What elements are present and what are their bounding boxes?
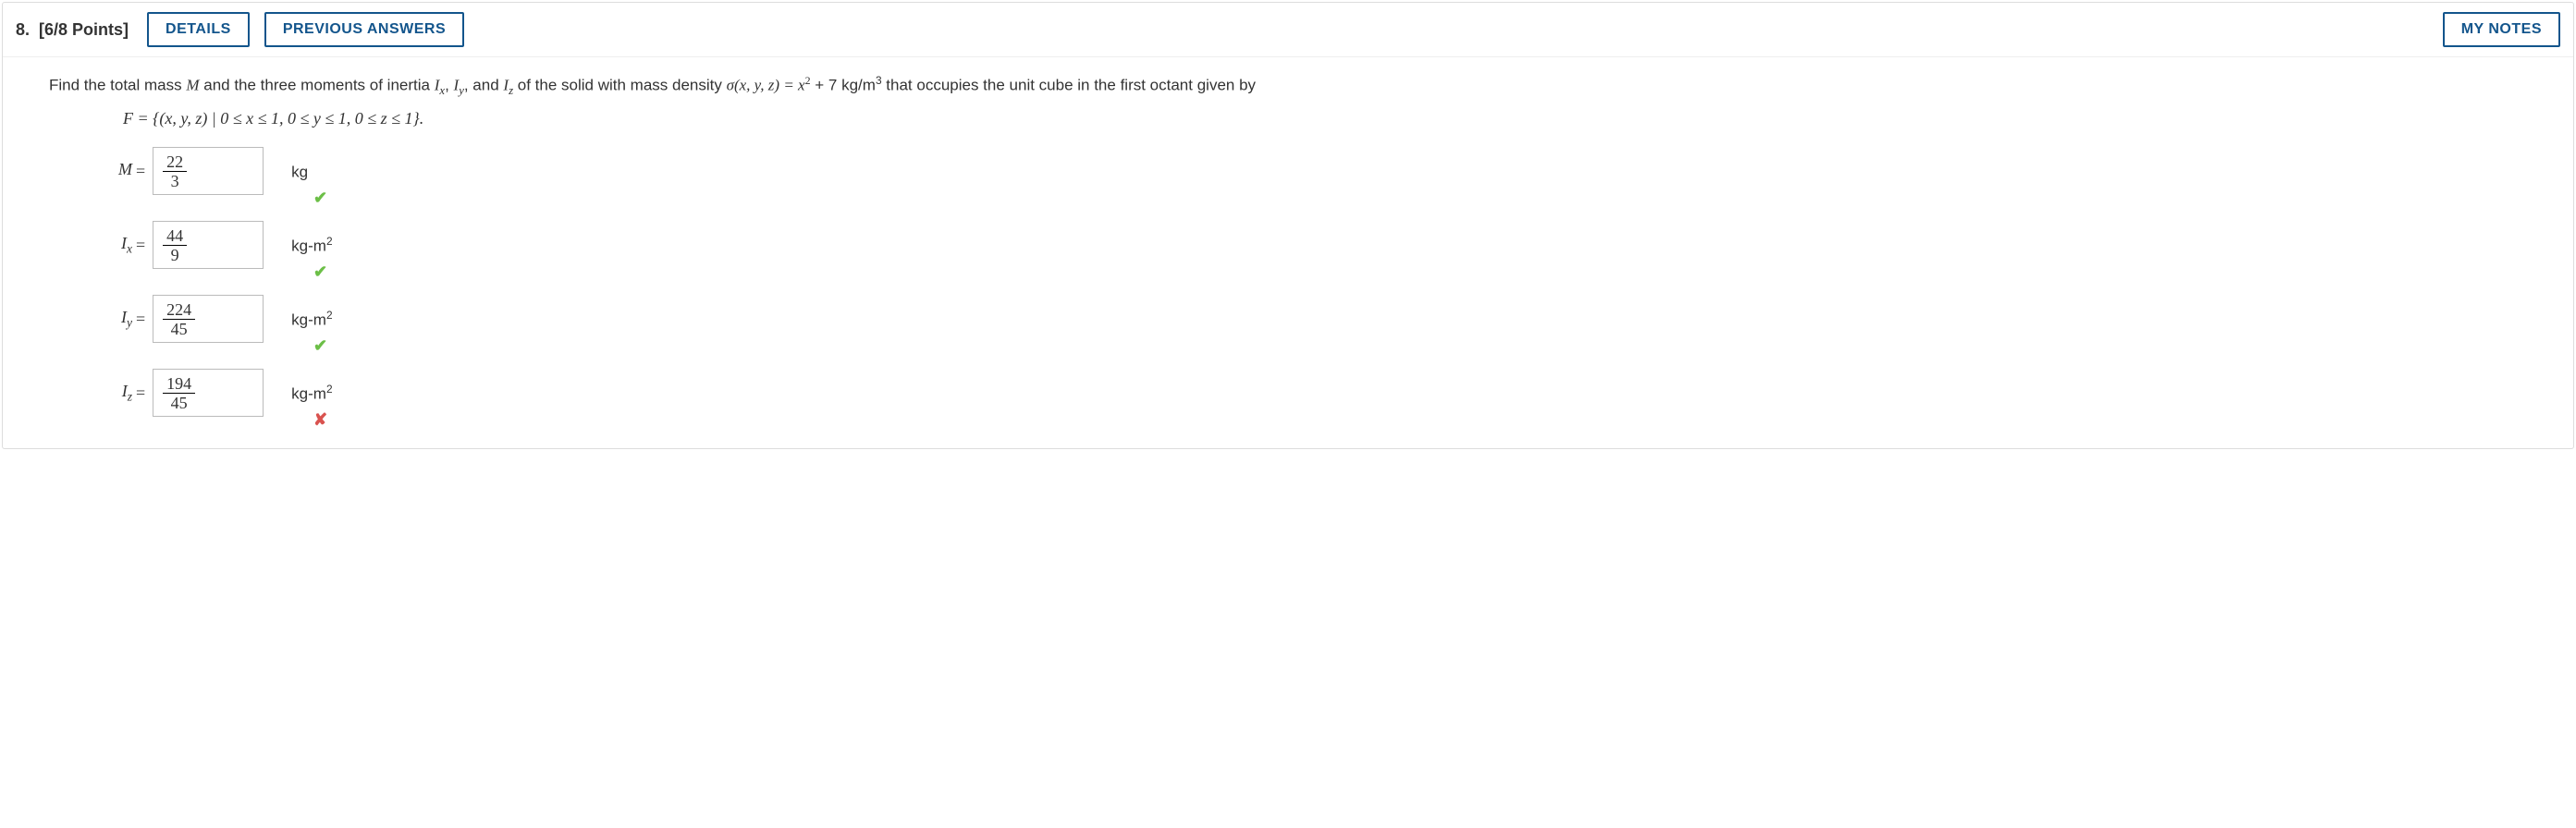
fraction: 44 9 [163, 227, 187, 263]
answer-input-M[interactable]: 22 3 [153, 147, 264, 195]
my-notes-button[interactable]: MY NOTES [2443, 12, 2560, 47]
fraction: 194 45 [163, 375, 195, 411]
details-button[interactable]: DETAILS [147, 12, 250, 47]
answer-label: Iy [77, 308, 132, 331]
check-icon: ✔ [313, 336, 327, 356]
answers-block: M = 22 3 kg ✔ Ix = 44 9 [77, 147, 2527, 417]
question-header: 8. [6/8 Points] DETAILS PREVIOUS ANSWERS… [3, 3, 2573, 57]
unit-label: kg-m2 [291, 383, 332, 404]
fraction: 22 3 [163, 153, 187, 189]
set-definition: F = {(x, y, z) | 0 ≤ x ≤ 1, 0 ≤ y ≤ 1, 0… [123, 109, 2527, 128]
answer-row-Iy: Iy = 224 45 kg-m2 ✔ [77, 295, 2527, 343]
answer-row-Ix: Ix = 44 9 kg-m2 ✔ [77, 221, 2527, 269]
question-number: 8. [6/8 Points] [16, 20, 129, 40]
answer-label: M [77, 160, 132, 183]
fraction: 224 45 [163, 301, 195, 337]
answer-label: Iz [77, 382, 132, 405]
equals-sign: = [136, 162, 145, 181]
question-body: Find the total mass M and the three mome… [3, 57, 2573, 448]
answer-label: Ix [77, 234, 132, 257]
equals-sign: = [136, 384, 145, 403]
answer-input-Iy[interactable]: 224 45 [153, 295, 264, 343]
cross-icon: ✘ [313, 410, 327, 430]
question-prompt: Find the total mass M and the three mome… [49, 72, 2527, 100]
unit-label: kg [291, 161, 308, 182]
equals-sign: = [136, 236, 145, 255]
question-container: 8. [6/8 Points] DETAILS PREVIOUS ANSWERS… [2, 2, 2574, 449]
equals-sign: = [136, 310, 145, 329]
previous-answers-button[interactable]: PREVIOUS ANSWERS [264, 12, 464, 47]
unit-label: kg-m2 [291, 235, 332, 256]
check-icon: ✔ [313, 189, 327, 208]
answer-row-Iz: Iz = 194 45 kg-m2 ✘ [77, 369, 2527, 417]
answer-input-Iz[interactable]: 194 45 [153, 369, 264, 417]
answer-input-Ix[interactable]: 44 9 [153, 221, 264, 269]
check-icon: ✔ [313, 262, 327, 282]
answer-row-M: M = 22 3 kg ✔ [77, 147, 2527, 195]
unit-label: kg-m2 [291, 309, 332, 330]
